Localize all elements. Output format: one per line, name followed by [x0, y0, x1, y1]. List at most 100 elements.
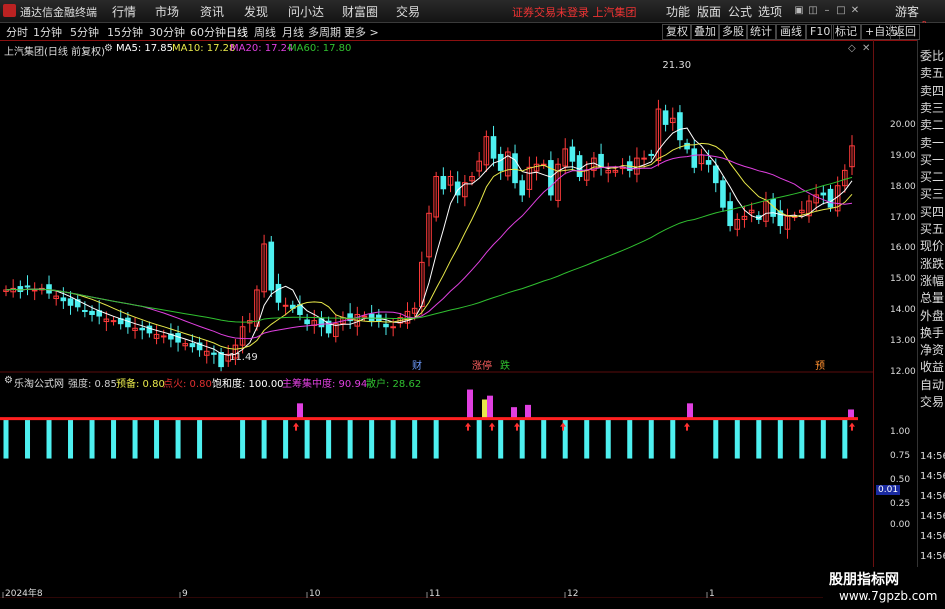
period-weekly[interactable]: 周线: [254, 24, 276, 40]
minimize-icon[interactable]: –: [821, 5, 833, 16]
signal-bar: [605, 418, 611, 459]
side-item[interactable]: 收益: [920, 358, 944, 375]
candle-down: [89, 310, 95, 315]
side-time: 14:56: [920, 471, 945, 482]
maximize-icon[interactable]: □: [835, 5, 847, 16]
candle-down: [691, 148, 698, 168]
menu-hangqing[interactable]: 行情: [112, 3, 136, 20]
side-item[interactable]: 卖二: [920, 116, 944, 133]
close-icon[interactable]: ✕: [849, 5, 861, 16]
ready-bar: [482, 399, 487, 419]
side-item[interactable]: 卖一: [920, 134, 944, 151]
watermark-url: www.7gpzb.com: [839, 589, 938, 603]
period-15min[interactable]: 15分钟: [107, 24, 143, 40]
menu-gongneng[interactable]: 功能: [666, 3, 690, 20]
side-item[interactable]: 卖三: [920, 99, 944, 116]
tool-duogu[interactable]: 多股: [718, 24, 748, 40]
signal-bar: [326, 418, 332, 459]
price-tick: 18.00: [890, 182, 916, 192]
side-item[interactable]: 卖五: [920, 64, 944, 81]
menu-xuanxiang[interactable]: 选项: [758, 3, 782, 20]
candle-down: [275, 283, 282, 303]
period-daily[interactable]: 日线: [226, 24, 248, 40]
signal-bar: [842, 418, 848, 459]
signal-bar: [756, 418, 762, 459]
candle-down: [125, 317, 131, 328]
side-item[interactable]: 总量: [920, 289, 944, 306]
signal-bar: [713, 418, 719, 459]
signal-bar: [175, 418, 181, 459]
side-item[interactable]: 外盘: [920, 307, 944, 324]
signal-bar: [433, 418, 439, 459]
period-multi[interactable]: 多周期: [308, 24, 341, 40]
candle-down: [60, 297, 67, 302]
tool-back[interactable]: 返回: [890, 24, 920, 40]
side-item[interactable]: 净资: [920, 341, 944, 358]
period-monthly[interactable]: 月线: [282, 24, 304, 40]
strength-bar: [297, 403, 303, 419]
app-title: 通达信金融终端: [20, 6, 97, 19]
kline-chart[interactable]: 21.30 11.49 财 涨停跌 预 2024年8 9 10 11 12 1: [0, 40, 873, 598]
period-60min[interactable]: 60分钟: [190, 24, 226, 40]
login-notice[interactable]: 证券交易未登录 上汽集团: [512, 4, 637, 20]
period-5min[interactable]: 5分钟: [70, 24, 99, 40]
period-fenshi[interactable]: 分时: [6, 24, 28, 40]
skin-icon[interactable]: ▣: [793, 5, 805, 16]
candle-down: [705, 160, 712, 165]
signal-bar: [132, 418, 138, 459]
period-30min[interactable]: 30分钟: [149, 24, 185, 40]
candle-down: [82, 309, 88, 312]
side-item[interactable]: 自动: [920, 376, 944, 393]
candle-down: [684, 142, 690, 150]
side-item[interactable]: 交易: [920, 393, 944, 410]
side-item[interactable]: 买三: [920, 185, 944, 202]
screen-icon[interactable]: ◫: [807, 5, 819, 16]
signal-bar: [283, 418, 289, 459]
menu-wenxiaoda[interactable]: 问小达: [288, 3, 324, 20]
guest-label[interactable]: 游客: [895, 3, 919, 20]
menu-caifuquan[interactable]: 财富圈: [342, 3, 378, 20]
side-item[interactable]: 买五: [920, 220, 944, 237]
menu-gongshi[interactable]: 公式: [728, 3, 752, 20]
menu-zixun[interactable]: 资讯: [200, 3, 224, 20]
menu-faxian[interactable]: 发现: [244, 3, 268, 20]
menu-shichang[interactable]: 市场: [155, 3, 179, 20]
price-tick: 12.00: [890, 367, 916, 377]
signal-bar: [648, 418, 654, 459]
signal-bar: [240, 418, 246, 459]
candle-down: [512, 153, 518, 184]
tool-tongji[interactable]: 统计: [746, 24, 776, 40]
signal-bar: [541, 418, 547, 459]
candle-up: [282, 304, 289, 307]
side-time: 14:56: [920, 451, 945, 462]
candle-down: [497, 153, 504, 171]
tool-huaxian[interactable]: 画线: [776, 24, 806, 40]
candle-down: [218, 352, 224, 368]
side-item[interactable]: 买二: [920, 168, 944, 185]
period-1min[interactable]: 1分钟: [33, 24, 62, 40]
period-more[interactable]: 更多 >: [344, 24, 379, 40]
side-item[interactable]: 买四: [920, 203, 944, 220]
tool-biaoji[interactable]: 标记: [831, 24, 861, 40]
side-item[interactable]: 现价: [920, 237, 944, 254]
strength-bar: [487, 395, 493, 419]
price-tick: 20.00: [890, 120, 916, 130]
candle-down: [46, 284, 52, 294]
side-item[interactable]: 涨跌: [920, 255, 944, 272]
signal-bar: [304, 418, 310, 459]
side-item[interactable]: 卖四: [920, 82, 944, 99]
menu-jiaoyi[interactable]: 交易: [396, 3, 420, 20]
strength-bar: [687, 403, 693, 419]
menu-banmian[interactable]: 版面: [697, 3, 721, 20]
app-logo-icon: [3, 4, 16, 17]
strength-bar: [467, 389, 473, 419]
tool-fuquan[interactable]: 复权: [662, 24, 692, 40]
tool-diejia[interactable]: 叠加: [690, 24, 720, 40]
side-item[interactable]: 买一: [920, 151, 944, 168]
signal-bar: [519, 418, 525, 459]
side-item[interactable]: 涨幅: [920, 272, 944, 289]
side-item[interactable]: 委比: [920, 47, 944, 64]
up-arrow-icon: [293, 422, 299, 431]
side-item[interactable]: 换手: [920, 324, 944, 341]
signal-bar: [390, 418, 396, 459]
